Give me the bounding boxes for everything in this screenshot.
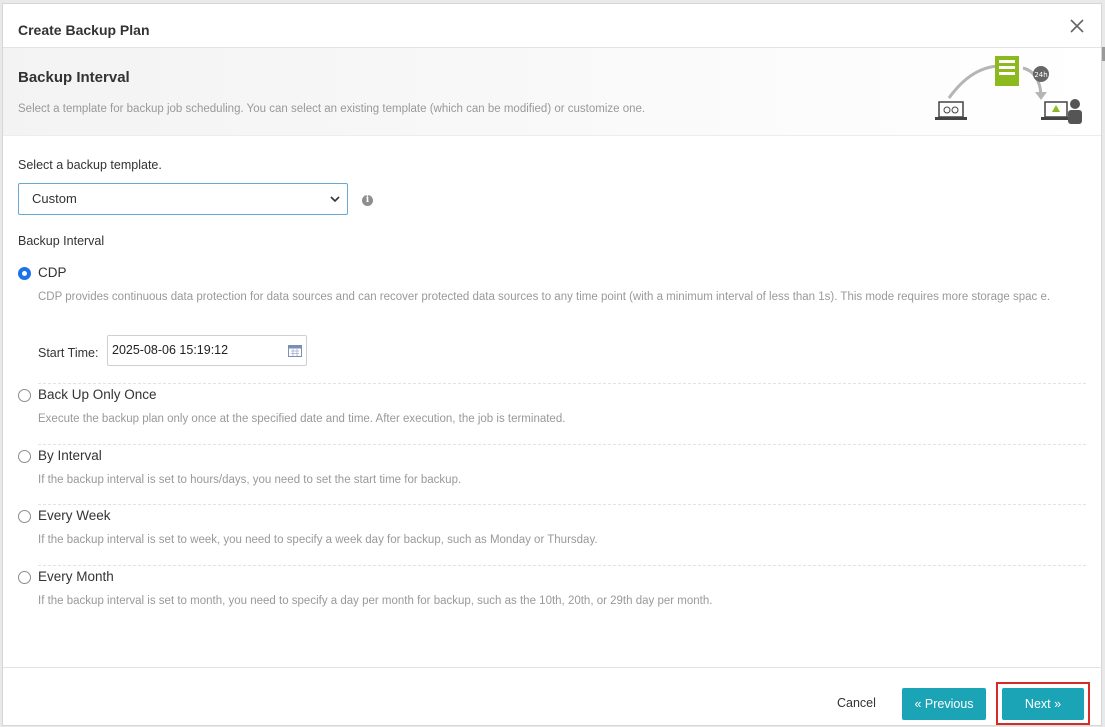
previous-button[interactable]: « Previous — [902, 688, 986, 720]
radio-every-month[interactable] — [18, 571, 31, 584]
info-icon[interactable]: i — [362, 195, 373, 206]
next-button[interactable]: Next » — [1002, 688, 1084, 720]
template-selected-value: Custom — [32, 191, 77, 206]
option-description: If the backup interval is set to month, … — [38, 595, 713, 607]
template-label: Select a backup template. — [18, 158, 162, 172]
banner-24h-badge: 24h — [1034, 71, 1047, 79]
dialog-titlebar: Create Backup Plan — [3, 4, 1101, 48]
option-description: If the backup interval is set to hours/d… — [38, 474, 462, 486]
radio-back-up-only-once[interactable] — [18, 389, 31, 402]
start-time-label: Start Time: — [38, 346, 99, 360]
dialog-footer: Cancel « Previous Next » — [3, 667, 1103, 727]
option-label: Every Month — [38, 569, 114, 584]
calendar-icon[interactable] — [288, 344, 302, 357]
start-time-input[interactable]: 2025-08-06 15:19:12 — [107, 335, 307, 366]
create-backup-plan-dialog: Create Backup Plan Backup Interval Selec… — [2, 3, 1103, 727]
cancel-button[interactable]: Cancel — [837, 696, 876, 710]
divider — [38, 444, 1086, 445]
step-title: Backup Interval — [18, 69, 130, 86]
option-description: CDP provides continuous data protection … — [38, 291, 1051, 303]
option-description: Execute the backup plan only once at the… — [38, 413, 566, 425]
radio-cdp[interactable] — [18, 267, 31, 280]
backup-illustration-icon: 24h — [935, 56, 1082, 124]
divider — [38, 504, 1086, 505]
option-description: If the backup interval is set to week, y… — [38, 534, 598, 546]
step-description: Select a template for backup job schedul… — [18, 103, 646, 115]
option-label: Back Up Only Once — [38, 387, 157, 402]
option-label: Every Week — [38, 508, 111, 523]
step-banner: Backup Interval Select a template for ba… — [3, 48, 1101, 136]
divider — [38, 383, 1086, 384]
radio-every-week[interactable] — [18, 510, 31, 523]
interval-label: Backup Interval — [18, 234, 105, 248]
start-time-value: 2025-08-06 15:19:12 — [112, 343, 229, 357]
radio-by-interval[interactable] — [18, 450, 31, 463]
option-label: CDP — [38, 265, 67, 280]
close-icon[interactable] — [1067, 16, 1087, 36]
template-select[interactable]: Custom — [18, 183, 348, 215]
divider — [38, 565, 1086, 566]
dialog-title: Create Backup Plan — [18, 22, 150, 38]
chevron-down-icon — [330, 196, 340, 203]
option-label: By Interval — [38, 448, 102, 463]
